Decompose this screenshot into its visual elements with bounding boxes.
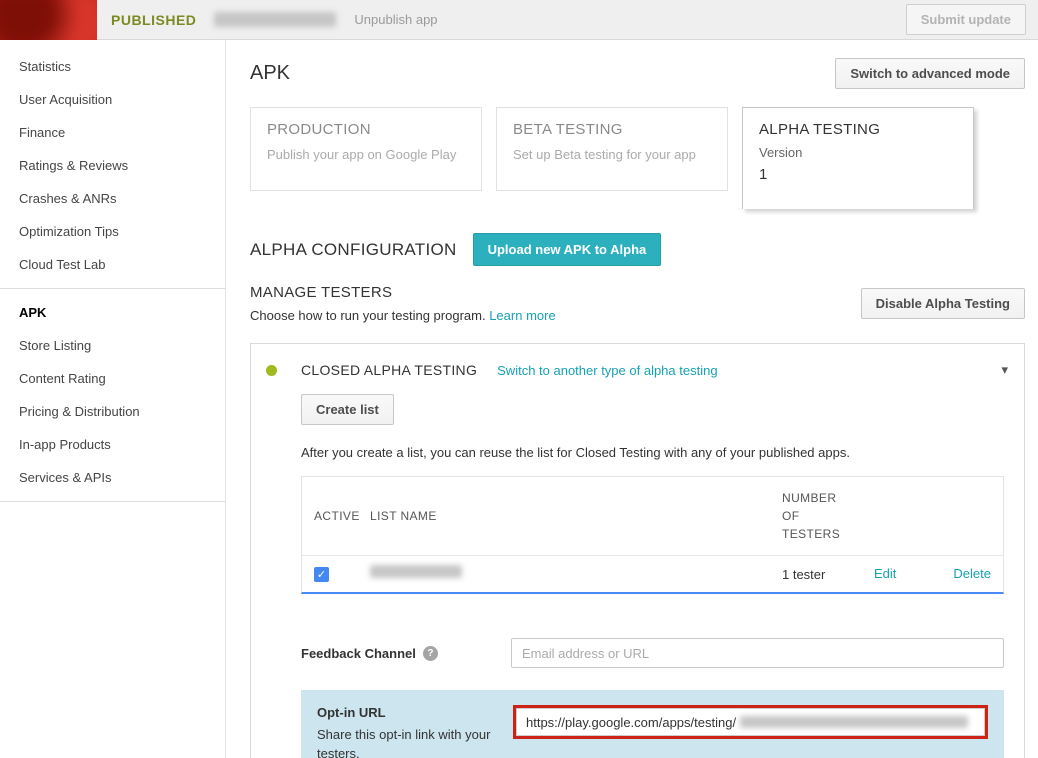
- reuse-list-note: After you create a list, you can reuse t…: [301, 445, 1004, 460]
- edit-link[interactable]: Edit: [874, 566, 896, 581]
- alpha-version-number: 1: [759, 166, 957, 183]
- learn-more-link[interactable]: Learn more: [489, 308, 555, 323]
- tab-production[interactable]: PRODUCTION Publish your app on Google Pl…: [250, 107, 482, 191]
- app-icon-redacted: [0, 0, 97, 40]
- table-row: ✓ 1 tester Edit Delete: [302, 556, 1003, 592]
- sidebar-item-crashes-anrs[interactable]: Crashes & ANRs: [0, 182, 225, 215]
- create-list-button[interactable]: Create list: [301, 394, 394, 425]
- opt-in-url-redacted: [740, 716, 968, 728]
- sidebar-item-apk[interactable]: APK: [0, 296, 225, 329]
- manage-testers-desc: Choose how to run your testing program. …: [250, 308, 556, 323]
- sidebar-item-in-app-products[interactable]: In-app Products: [0, 428, 225, 461]
- testers-count: 1 tester: [782, 567, 874, 582]
- publish-status: PUBLISHED: [111, 12, 196, 28]
- sidebar-item-content-rating[interactable]: Content Rating: [0, 362, 225, 395]
- opt-in-url-label: Opt-in URL: [317, 705, 513, 720]
- sidebar-item-ratings-reviews[interactable]: Ratings & Reviews: [0, 149, 225, 182]
- delete-link[interactable]: Delete: [953, 566, 991, 581]
- tab-alpha-testing[interactable]: ALPHA TESTING Version 1: [742, 107, 974, 209]
- active-checkbox[interactable]: ✓: [314, 567, 329, 582]
- status-dot: [266, 365, 277, 376]
- upload-apk-alpha-button[interactable]: Upload new APK to Alpha: [473, 233, 662, 266]
- sidebar-item-user-acquisition[interactable]: User Acquisition: [0, 83, 225, 116]
- list-name-redacted: [370, 565, 462, 578]
- opt-in-url-section: Opt-in URL Share this opt-in link with y…: [301, 690, 1004, 758]
- manage-testers-title: MANAGE TESTERS: [250, 284, 556, 301]
- app-name-redacted: [214, 12, 336, 27]
- sidebar-item-optimization-tips[interactable]: Optimization Tips: [0, 215, 225, 248]
- sidebar-divider: [0, 501, 225, 502]
- switch-alpha-type-link[interactable]: Switch to another type of alpha testing: [497, 363, 717, 378]
- opt-in-url-value: https://play.google.com/apps/testing/: [526, 715, 736, 730]
- disable-alpha-testing-button[interactable]: Disable Alpha Testing: [861, 288, 1025, 319]
- col-header-list-name: LIST NAME: [370, 509, 782, 523]
- feedback-channel-label: Feedback Channel: [301, 646, 416, 661]
- opt-in-url-input[interactable]: https://play.google.com/apps/testing/: [516, 708, 985, 736]
- table-header-row: ACTIVE LIST NAME NUMBER OF TESTERS: [302, 477, 1003, 556]
- closed-alpha-panel: CLOSED ALPHA TESTING Switch to another t…: [250, 343, 1025, 758]
- alpha-configuration-title: ALPHA CONFIGURATION: [250, 240, 457, 260]
- sidebar-divider: [0, 288, 225, 289]
- help-icon[interactable]: ?: [423, 646, 438, 661]
- switch-advanced-mode-button[interactable]: Switch to advanced mode: [835, 58, 1025, 89]
- opt-in-url-desc: Share this opt-in link with your testers…: [317, 726, 497, 758]
- closed-alpha-title: CLOSED ALPHA TESTING: [301, 362, 477, 378]
- sidebar-item-services-apis[interactable]: Services & APIs: [0, 461, 225, 494]
- play-console-window: PUBLISHED Unpublish app Submit update St…: [0, 0, 1038, 758]
- release-tabs: PRODUCTION Publish your app on Google Pl…: [250, 107, 1025, 209]
- tab-beta-testing[interactable]: BETA TESTING Set up Beta testing for you…: [496, 107, 728, 191]
- col-header-active: ACTIVE: [314, 509, 370, 523]
- sidebar-item-store-listing[interactable]: Store Listing: [0, 329, 225, 362]
- testers-list-table: ACTIVE LIST NAME NUMBER OF TESTERS ✓ 1 t…: [301, 476, 1004, 594]
- submit-update-button[interactable]: Submit update: [906, 4, 1026, 35]
- sidebar-item-finance[interactable]: Finance: [0, 116, 225, 149]
- sidebar-item-statistics[interactable]: Statistics: [0, 50, 225, 83]
- sidebar-item-cloud-test-lab[interactable]: Cloud Test Lab: [0, 248, 225, 281]
- page-title: APK: [250, 62, 290, 85]
- col-header-number-of-testers: NUMBER OF TESTERS: [782, 489, 852, 543]
- main-content: APK Switch to advanced mode PRODUCTION P…: [226, 40, 1038, 758]
- feedback-channel-input[interactable]: [511, 638, 1004, 668]
- unpublish-app-link[interactable]: Unpublish app: [354, 12, 437, 27]
- top-bar: PUBLISHED Unpublish app Submit update: [0, 0, 1038, 40]
- sidebar-item-pricing-distribution[interactable]: Pricing & Distribution: [0, 395, 225, 428]
- opt-in-url-highlight: https://play.google.com/apps/testing/: [513, 705, 988, 739]
- chevron-down-icon[interactable]: ▾: [1001, 362, 1008, 378]
- sidebar: Statistics User Acquisition Finance Rati…: [0, 40, 226, 758]
